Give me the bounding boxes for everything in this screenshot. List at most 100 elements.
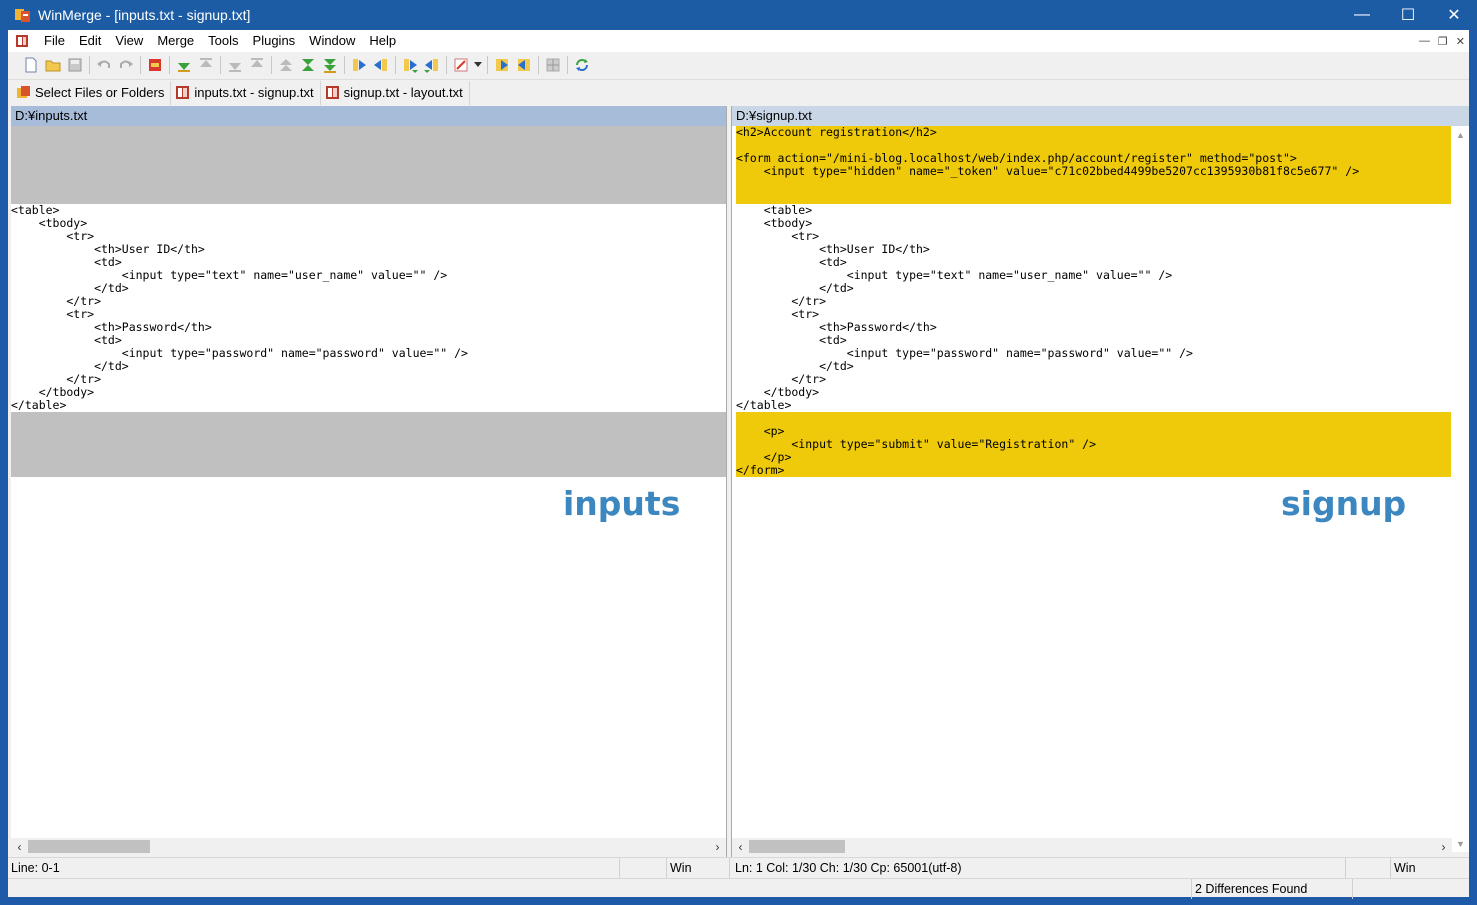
code-line[interactable]: </table> xyxy=(736,399,1451,412)
menu-view[interactable]: View xyxy=(108,30,150,52)
code-line[interactable] xyxy=(11,412,726,425)
menu-help[interactable]: Help xyxy=(362,30,403,52)
code-line[interactable]: </td> xyxy=(11,360,726,373)
code-line[interactable]: <tr> xyxy=(11,230,726,243)
left-file-pane[interactable]: D:¥inputs.txt <table> <tbody> <tr> <th>U… xyxy=(11,106,726,852)
code-line[interactable]: </td> xyxy=(11,282,726,295)
code-line[interactable]: <tbody> xyxy=(11,217,726,230)
code-line[interactable] xyxy=(11,178,726,191)
menu-tools[interactable]: Tools xyxy=(201,30,245,52)
right-vertical-scrollbar[interactable]: ▲ ▼ xyxy=(1452,126,1469,852)
code-line[interactable]: <input type="hidden" name="_token" value… xyxy=(736,165,1451,178)
code-line[interactable]: </p> xyxy=(736,451,1451,464)
menu-merge[interactable]: Merge xyxy=(150,30,201,52)
code-line[interactable]: <input type="text" name="user_name" valu… xyxy=(11,269,726,282)
code-line[interactable] xyxy=(11,139,726,152)
options-icon[interactable] xyxy=(144,54,166,76)
code-line[interactable] xyxy=(11,152,726,165)
first-diff-icon[interactable] xyxy=(246,54,268,76)
code-line[interactable]: <tbody> xyxy=(736,217,1451,230)
code-line[interactable] xyxy=(11,165,726,178)
winmerge-app-icon[interactable] xyxy=(14,7,32,23)
last-diff-alt-icon[interactable] xyxy=(319,54,341,76)
code-line[interactable]: <td> xyxy=(736,334,1451,347)
all-left-icon[interactable] xyxy=(513,54,535,76)
next-diff-icon[interactable] xyxy=(173,54,195,76)
code-line[interactable]: </td> xyxy=(736,360,1451,373)
code-line[interactable]: <input type="password" name="password" v… xyxy=(11,347,726,360)
code-line[interactable]: </tr> xyxy=(11,373,726,386)
dropdown-arrow-icon[interactable] xyxy=(472,54,484,76)
resize-grip-icon[interactable] xyxy=(1353,879,1469,899)
code-line[interactable]: <th>User ID</th> xyxy=(11,243,726,256)
code-line[interactable]: <td> xyxy=(11,334,726,347)
undo-icon[interactable] xyxy=(93,54,115,76)
scroll-up-icon[interactable]: ▲ xyxy=(1452,126,1469,143)
code-line[interactable]: </td> xyxy=(736,282,1451,295)
code-line[interactable]: <tr> xyxy=(736,230,1451,243)
menu-edit[interactable]: Edit xyxy=(72,30,108,52)
mdi-restore-button[interactable]: ❐ xyxy=(1438,35,1448,48)
code-line[interactable]: </form> xyxy=(736,464,1451,477)
left-horizontal-scrollbar[interactable]: ‹ › xyxy=(11,838,726,855)
refresh-icon[interactable] xyxy=(571,54,593,76)
copy-right-icon[interactable] xyxy=(348,54,370,76)
code-line[interactable]: <input type="password" name="password" v… xyxy=(736,347,1451,360)
close-button[interactable]: ✕ xyxy=(1431,0,1477,30)
code-line[interactable]: <th>Password</th> xyxy=(11,321,726,334)
code-line[interactable] xyxy=(11,191,726,204)
code-line[interactable] xyxy=(11,464,726,477)
code-line[interactable]: </tbody> xyxy=(11,386,726,399)
code-line[interactable] xyxy=(11,126,726,139)
code-line[interactable] xyxy=(11,425,726,438)
grid-icon[interactable] xyxy=(542,54,564,76)
code-line[interactable]: </tr> xyxy=(11,295,726,308)
code-line[interactable] xyxy=(736,139,1451,152)
prev-diff-icon[interactable] xyxy=(195,54,217,76)
scroll-right-icon[interactable]: › xyxy=(709,838,726,855)
maximize-button[interactable]: ☐ xyxy=(1385,0,1431,30)
code-line[interactable]: <form action="/mini-blog.localhost/web/i… xyxy=(736,152,1451,165)
first-diff-alt-icon[interactable] xyxy=(275,54,297,76)
scroll-left-icon[interactable]: ‹ xyxy=(11,838,28,855)
code-line[interactable]: <tr> xyxy=(736,308,1451,321)
code-line[interactable]: <h2>Account registration</h2> xyxy=(736,126,1451,139)
redo-icon[interactable] xyxy=(115,54,137,76)
left-code-view[interactable]: <table> <tbody> <tr> <th>User ID</th> <t… xyxy=(11,126,726,477)
right-file-pane[interactable]: D:¥signup.txt <h2>Account registration</… xyxy=(732,106,1469,852)
code-line[interactable]: <td> xyxy=(736,256,1451,269)
tab-signup-layout[interactable]: signup.txt - layout.txt xyxy=(321,80,470,105)
save-icon[interactable] xyxy=(64,54,86,76)
auto-merge-icon[interactable] xyxy=(450,54,472,76)
right-scroll-thumb[interactable] xyxy=(749,840,845,853)
code-line[interactable]: <tr> xyxy=(11,308,726,321)
code-line[interactable]: </tr> xyxy=(736,373,1451,386)
tab-select-files[interactable]: Select Files or Folders xyxy=(12,80,172,105)
minimize-button[interactable]: — xyxy=(1339,0,1385,30)
code-line[interactable]: <input type="text" name="user_name" valu… xyxy=(736,269,1451,282)
last-diff-icon[interactable] xyxy=(224,54,246,76)
menu-window[interactable]: Window xyxy=(302,30,362,52)
code-line[interactable]: <table> xyxy=(736,204,1451,217)
right-horizontal-scrollbar[interactable]: ‹ › xyxy=(732,838,1452,855)
copy-right-advance-icon[interactable] xyxy=(399,54,421,76)
right-code-view[interactable]: <h2>Account registration</h2> <form actio… xyxy=(736,126,1451,477)
copy-left-icon[interactable] xyxy=(370,54,392,76)
code-line[interactable]: <p> xyxy=(736,425,1451,438)
mdi-minimize-button[interactable]: — xyxy=(1419,35,1430,47)
code-line[interactable]: <table> xyxy=(11,204,726,217)
left-scroll-thumb[interactable] xyxy=(28,840,150,853)
mdi-close-button[interactable]: ✕ xyxy=(1456,35,1465,48)
code-line[interactable]: <th>Password</th> xyxy=(736,321,1451,334)
scroll-left-icon[interactable]: ‹ xyxy=(732,838,749,855)
code-line[interactable]: <td> xyxy=(11,256,726,269)
code-line[interactable] xyxy=(736,178,1451,191)
code-line[interactable]: </tr> xyxy=(736,295,1451,308)
code-line[interactable]: <input type="submit" value="Registration… xyxy=(736,438,1451,451)
open-folder-icon[interactable] xyxy=(42,54,64,76)
copy-left-advance-icon[interactable] xyxy=(421,54,443,76)
current-diff-icon[interactable] xyxy=(297,54,319,76)
code-line[interactable] xyxy=(11,438,726,451)
menu-file[interactable]: File xyxy=(37,30,72,52)
new-document-icon[interactable] xyxy=(20,54,42,76)
